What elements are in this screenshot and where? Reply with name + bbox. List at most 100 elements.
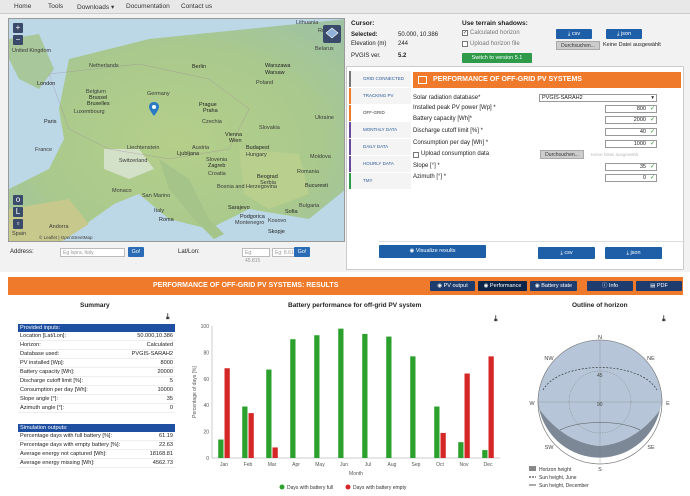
compass-n: N — [598, 335, 602, 341]
outputs-table: Simulation outputs: Percentage days with… — [18, 424, 175, 468]
x-tick-label: Jun — [340, 462, 348, 468]
map-attribution: © Leaflet | OpenStreetMap — [39, 235, 93, 240]
map-label-warsaw: Warsaw — [265, 70, 285, 76]
bar-jul-series-0 — [362, 333, 368, 458]
location-marker-icon[interactable] — [149, 102, 159, 116]
locate-button[interactable]: o — [13, 195, 23, 205]
power-label: Installed peak PV power [Wp] * — [413, 105, 496, 111]
tab-performance[interactable]: ◉ Performance — [478, 281, 527, 291]
terrain-json-label: json — [620, 31, 632, 37]
x-tick-label: Sep — [412, 462, 421, 468]
tab-off-grid[interactable]: OFF-GRID — [349, 105, 411, 121]
battery-label: Battery capacity [Wh]* — [413, 116, 473, 122]
x-tick-label: Nov — [460, 462, 469, 468]
visualize-button[interactable]: ◉ Visualize results — [379, 245, 486, 258]
tab-daily-data[interactable]: DAILY DATA — [349, 139, 411, 155]
slope-label: Slope [°] * — [413, 163, 440, 169]
results-title: PERFORMANCE OF OFF-GRID PV SYSTEMS: RESU… — [153, 282, 339, 289]
address-input[interactable]: Eg Ispra, Italy — [60, 248, 125, 257]
address-go-button[interactable]: Go! — [128, 247, 144, 257]
nav-tools[interactable]: Tools — [48, 3, 63, 10]
calc-horizon-checkbox[interactable]: ✓ — [462, 30, 468, 36]
db-select[interactable]: PVGIS-SARAH2 ▾ — [539, 94, 657, 102]
legend-marker-series-1 — [345, 484, 351, 490]
lat-input[interactable]: Eg: 45.815 — [242, 248, 270, 264]
summary-download-icon[interactable]: ⤓ — [166, 312, 170, 322]
bar-feb-series-0 — [242, 406, 248, 458]
x-tick-label: Jan — [220, 462, 228, 468]
tab-battery-state[interactable]: ◉ Battery state — [530, 281, 577, 291]
consumption-browse-button[interactable]: Durchsuchen... — [540, 150, 584, 159]
map-label-serbia: Serbia — [260, 180, 276, 186]
nav-contact[interactable]: Contact us — [181, 3, 212, 10]
terrain-csv-button[interactable]: ⤓ csv — [556, 29, 592, 39]
map[interactable]: Lithuania Russia Belarus Netherlands Ber… — [8, 18, 345, 242]
row-label: Consumption per day [Wh]: — [20, 387, 88, 393]
consumption-input[interactable]: 1000 ✓ — [605, 140, 657, 148]
row-label: Database used: — [20, 351, 60, 357]
map-label-liechtenstein: Liechtenstein — [127, 145, 160, 151]
results-csv-button[interactable]: ⤓ csv — [538, 247, 595, 259]
tab-hourly-data[interactable]: HOURLY DATA — [349, 156, 411, 172]
nav-downloads[interactable]: Downloads ▾ — [77, 3, 114, 11]
azimuth-input[interactable]: 0 ✓ — [605, 174, 657, 182]
map-label-netherlands: Netherlands — [89, 63, 119, 69]
power-input[interactable]: 800 ✓ — [605, 105, 657, 113]
tab-pdf[interactable]: ▤ PDF — [636, 281, 682, 291]
check-icon: ✓ — [649, 164, 655, 170]
version-value: 5.2 — [398, 53, 407, 59]
row-label: Percentage days with full battery [%]: — [20, 433, 113, 439]
zoom-out-button[interactable]: − — [13, 35, 23, 45]
bar-dec-series-0 — [482, 450, 488, 458]
tab-tmy[interactable]: TMY — [349, 173, 411, 189]
row-value: 35 — [166, 396, 173, 402]
tab-monthly-data[interactable]: MONTHLY DATA — [349, 122, 411, 138]
tab-tracking-pv[interactable]: TRACKING PV — [349, 88, 411, 104]
tab-info-label: Info — [608, 283, 619, 289]
tab-performance-label: Performance — [489, 283, 522, 289]
table-row: Battery capacity [Wh]: 20000 — [18, 368, 175, 377]
x-tick-label: Aug — [388, 462, 397, 468]
tab-info[interactable]: ⓘ Info — [587, 281, 633, 291]
check-icon: ✓ — [649, 117, 655, 123]
layers-icon[interactable] — [323, 25, 341, 43]
table-row: Percentage days with empty battery [%]: 2… — [18, 441, 175, 450]
battery-input[interactable]: 2000 ✓ — [605, 116, 657, 124]
row-value: 10000 — [157, 387, 173, 393]
switch-version-button[interactable]: Switch to version 5.1 — [462, 53, 532, 63]
horizon-download-icon[interactable]: ⤓ — [662, 314, 666, 324]
results-json-button[interactable]: ⤓ json — [605, 247, 662, 259]
row-value: 50.000,10.386 — [137, 333, 173, 339]
y-axis-label: Percentage of days [%] — [192, 366, 198, 418]
fullscreen-button[interactable]: ▫ — [13, 219, 23, 229]
terrain-json-button[interactable]: ⤓ json — [606, 29, 642, 39]
legend-december: Sun height, December — [539, 483, 589, 489]
upload-horizon-checkbox[interactable] — [462, 41, 468, 47]
nav-home[interactable]: Home — [14, 3, 31, 10]
horizon-browse-button[interactable]: Durchsuchen... — [556, 41, 600, 50]
bar-dec-series-1 — [488, 356, 494, 458]
y-tick-label: 60 — [203, 377, 209, 383]
upload-consumption-label: Upload consumption data — [421, 151, 490, 157]
offgrid-title-bar: PERFORMANCE OF OFF-GRID PV SYSTEMS — [413, 72, 681, 88]
cutoff-input[interactable]: 40 ✓ — [605, 128, 657, 136]
horizon-no-file: Keine Datei ausgewählt — [603, 42, 661, 48]
elevation-label: Elevation (m) — [351, 41, 387, 47]
zoom-in-button[interactable]: + — [13, 23, 23, 33]
solar-panel-icon — [418, 76, 427, 84]
map-label-czechia: Czechia — [202, 119, 222, 125]
slope-input[interactable]: 35 ✓ — [605, 163, 657, 171]
tab-grid-connected[interactable]: GRID CONNECTED — [349, 71, 411, 87]
tab-pv-output[interactable]: ◉ PV output — [430, 281, 475, 291]
upload-consumption-checkbox[interactable] — [413, 152, 419, 158]
latlon-go-button[interactable]: Go! — [294, 247, 310, 257]
results-header: PERFORMANCE OF OFF-GRID PV SYSTEMS: RESU… — [8, 277, 683, 295]
table-row: Average energy not captured [Wh]: 18168.8… — [18, 450, 175, 459]
offgrid-title: PERFORMANCE OF OFF-GRID PV SYSTEMS — [433, 76, 582, 83]
row-label: Horizon: — [20, 342, 41, 348]
bar-jun-series-0 — [338, 328, 344, 458]
layers-button[interactable]: L — [13, 207, 23, 217]
x-tick-label: Feb — [244, 462, 253, 468]
cursor-title: Cursor: — [351, 20, 375, 27]
nav-documentation[interactable]: Documentation — [126, 3, 170, 10]
